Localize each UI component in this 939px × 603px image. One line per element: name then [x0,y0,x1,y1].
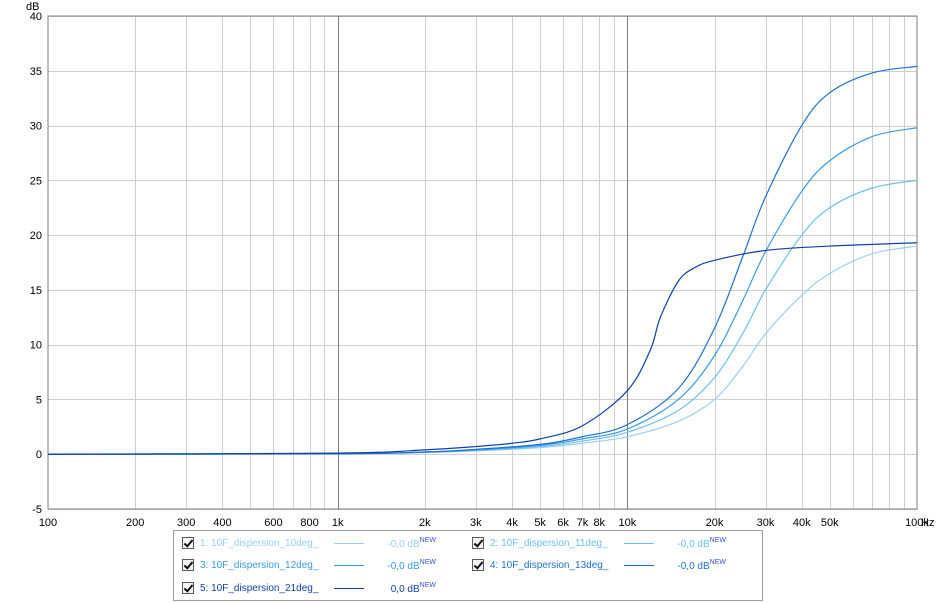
legend-item-5: 5: 10F_dispersion_21deg_ 0,0 dBNEW [182,579,436,597]
legend-new-badge: NEW [419,581,436,589]
legend-value-text: 0,0 dB [390,583,420,595]
grid-minor [48,16,917,510]
series-line-5 [47,242,918,455]
legend-label: 4: 10F_dispersion_13deg_ [490,559,609,571]
legend-label: 5: 10F_dispersion_21deg_ [200,582,319,594]
frequency-response-chart: -50510152025303540 100 200 300 400 600 800 1k 2… [26,1,934,529]
series-line-2 [47,179,918,455]
legend-line-swatch [334,542,364,544]
legend-label: 3: 10F_dispersion_12deg_ [200,559,319,571]
y-tick-label: 20 [30,230,42,242]
legend-item-4: 4: 10F_dispersion_13deg_ -0,0 dBNEW [472,556,726,574]
legend-value-text: -0,0 dB [677,560,710,572]
x-tick-label: 1k [332,517,344,529]
series-line-1 [47,245,918,455]
legend-label: 2: 10F_dispersion_11deg_ [490,537,608,549]
legend-new-badge: NEW [419,536,436,544]
x-tick-label: 600 [264,517,282,529]
legend-value: -0,0 dBNEW [664,537,726,550]
x-tick-label: 6k [557,517,569,529]
x-tick-label: 4k [506,517,518,529]
x-axis-ticks: 100 200 300 400 600 800 1k 2k 3k 4k 5k 6k 7k 8k 10k 20k… [39,517,930,529]
legend-item-1: 1: 10F_dispersion_10deg_ -0,0 dBNEW [182,534,436,552]
legend-line-swatch [624,564,654,566]
series-layer [47,65,918,455]
y-tick-label: 0 [36,449,42,461]
x-tick-label: 30k [757,517,775,529]
legend-value: -0,0 dBNEW [374,559,436,572]
legend: 1: 10F_dispersion_10deg_ -0,0 dBNEW 2: 10F… [173,530,763,601]
y-axis-label: dB [26,1,39,13]
x-tick-label: 2k [419,517,431,529]
series-line-4 [47,65,918,455]
x-tick-label: 300 [177,517,195,529]
legend-checkbox[interactable] [182,559,194,571]
legend-checkbox[interactable] [182,582,194,594]
x-tick-label: 5k [534,517,546,529]
x-tick-label: 100 [39,517,57,529]
legend-value-text: -0,0 dB [387,538,420,550]
legend-new-badge: NEW [419,558,436,566]
plot-frame [47,15,918,510]
legend-new-badge: NEW [709,536,726,544]
legend-item-3: 3: 10F_dispersion_12deg_ -0,0 dBNEW [182,556,436,574]
legend-checkbox[interactable] [472,559,484,571]
legend-new-badge: NEW [709,558,726,566]
legend-item-2: 2: 10F_dispersion_11deg_ -0,0 dBNEW [472,534,726,552]
legend-line-swatch [624,542,654,544]
x-tick-label: 7k [577,517,589,529]
y-tick-label: -5 [32,504,42,516]
x-tick-label: 200 [126,517,144,529]
y-axis-ticks: -50510152025303540 [30,11,42,516]
legend-value-text: -0,0 dB [387,560,420,572]
y-tick-label: 30 [30,121,42,133]
legend-value-text: -0,0 dB [677,538,710,550]
legend-value: 0,0 dBNEW [374,582,436,595]
x-tick-label: 50k [821,517,839,529]
y-tick-label: 5 [36,394,42,406]
legend-label: 1: 10F_dispersion_10deg_ [200,537,319,549]
legend-line-swatch [334,564,364,566]
y-tick-label: 15 [30,285,42,297]
legend-checkbox[interactable] [472,537,484,549]
y-tick-label: 10 [30,340,42,352]
x-tick-label: 400 [213,517,231,529]
legend-value: -0,0 dBNEW [374,537,436,550]
y-tick-label: 25 [30,175,42,187]
legend-value: -0,0 dBNEW [664,559,726,572]
x-tick-label: 20k [706,517,724,529]
x-tick-label: 800 [300,517,318,529]
grid-major [338,16,628,509]
x-tick-label: 3k [470,517,482,529]
y-tick-label: 35 [30,66,42,78]
legend-line-swatch [334,587,364,589]
x-tick-label: 8k [593,517,605,529]
x-tick-label: 40k [793,517,811,529]
x-tick-label: 10k [618,517,636,529]
x-axis-unit: Hz [921,517,934,529]
legend-checkbox[interactable] [182,537,194,549]
